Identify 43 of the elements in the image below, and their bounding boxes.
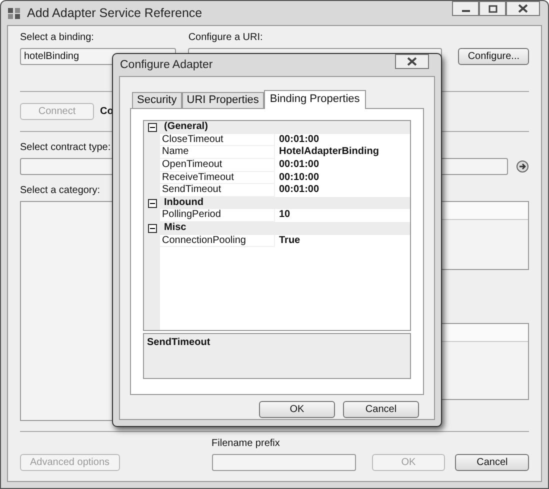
close-button[interactable]	[395, 54, 429, 69]
category-name: (General)	[163, 121, 208, 134]
field-label: Filename prefix	[212, 438, 280, 450]
property-value[interactable]: 10	[275, 209, 410, 222]
property-value[interactable]: 00:01:00	[275, 134, 410, 146]
property-value[interactable]: True	[275, 234, 410, 248]
property-name: Name	[160, 146, 275, 159]
configure-button[interactable]: Configure...	[458, 48, 529, 65]
property-name: OpenTimeout	[160, 158, 275, 172]
minimize-button[interactable]	[452, 1, 479, 16]
close-icon	[407, 57, 417, 66]
collapse-icon[interactable]	[148, 122, 156, 132]
field-label: Select contract type:	[20, 142, 111, 154]
category-name: Misc	[163, 222, 186, 235]
property-name: ReceiveTimeout	[160, 172, 275, 184]
field-label: Configure a URI:	[188, 32, 263, 44]
property-value[interactable]: 00:10:00	[275, 172, 410, 184]
window-icon	[7, 6, 21, 20]
description-panel: SendTimeout	[143, 333, 411, 380]
close-button[interactable]	[506, 1, 540, 16]
field-label: Select a binding:	[20, 32, 94, 44]
go-arrow-icon[interactable]	[516, 160, 529, 173]
property-value[interactable]: 00:01:00	[275, 184, 410, 197]
close-icon	[518, 4, 528, 13]
field-label: Select a category:	[20, 185, 100, 197]
filename-prefix-field[interactable]	[212, 454, 356, 471]
tab[interactable]: Binding Properties	[264, 90, 366, 110]
window-title: Add Adapter Service Reference	[27, 6, 202, 20]
property-name: ConnectionPooling	[160, 234, 275, 248]
collapse-icon[interactable]	[148, 198, 156, 208]
category-name: Inbound	[163, 196, 204, 210]
maximize-icon	[488, 4, 498, 12]
property-name: CloseTimeout	[160, 134, 275, 146]
property-value[interactable]: HotelAdapterBinding	[275, 146, 410, 159]
property-value[interactable]: 00:01:00	[275, 158, 410, 172]
ok-button[interactable]: OK	[259, 401, 335, 418]
cancel-button[interactable]: Cancel	[343, 401, 419, 418]
tab[interactable]: Security	[132, 92, 182, 108]
tab[interactable]: URI Properties	[182, 92, 264, 108]
maximize-button[interactable]	[479, 1, 506, 16]
cancel-button[interactable]: Cancel	[455, 454, 529, 471]
collapse-icon[interactable]	[148, 224, 156, 233]
property-grid[interactable]: (General) CloseTimeout 00:01:00 Name HotelAdapterBinding OpenTimeout 00:01:00 ReceiveTimeout 00:10:00 SendTimeout 00:01:00 Inbound PollingPeriod 10 Misc ConnectionPooling True	[143, 120, 411, 332]
